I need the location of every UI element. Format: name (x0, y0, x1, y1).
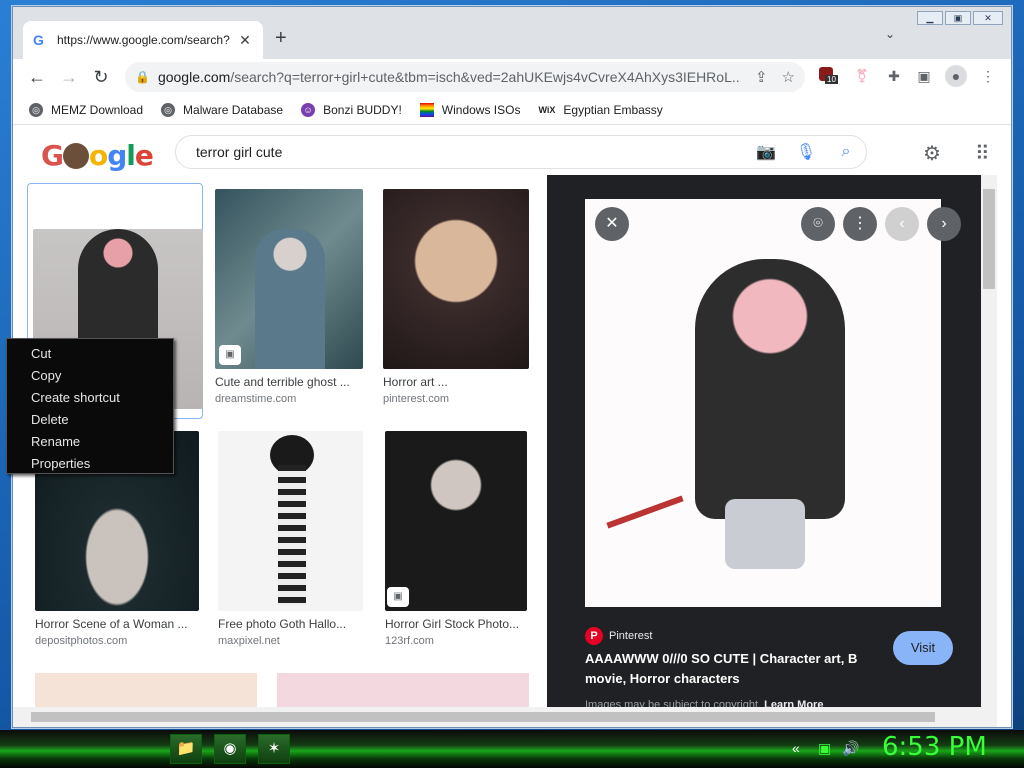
bookmark-egyptian-embassy[interactable]: WiX Egyptian Embassy (538, 103, 662, 117)
menu-item-cut[interactable]: Cut (7, 343, 173, 365)
file-explorer-icon[interactable]: 📁 (170, 734, 202, 764)
previous-icon[interactable]: ‹ (885, 207, 919, 241)
menu-item-delete[interactable]: Delete (7, 409, 173, 431)
google-favicon-icon: G (33, 32, 44, 48)
volume-icon[interactable]: 🔊 (842, 740, 859, 757)
globe-icon: ◎ (29, 102, 43, 117)
browser-tab[interactable]: G https://www.google.com/search? ✕ (23, 21, 263, 59)
clock[interactable]: 6:53 PM (882, 732, 987, 762)
scroll-thumb[interactable] (31, 712, 935, 722)
image-badge-icon: ▣ (387, 587, 409, 607)
preview-title[interactable]: AAAAWWW 0///0 SO CUTE | Character art, B… (585, 649, 885, 689)
tab-title: https://www.google.com/search? (57, 33, 230, 47)
bookmarks-bar: ◎ MEMZ Download ◎ Malware Database ☺ Bonzi … (13, 95, 1011, 125)
share-icon[interactable]: ⇪ (755, 68, 768, 86)
back-arrow-icon[interactable]: ← (23, 63, 51, 91)
menu-kebab-icon[interactable]: ⋮ (977, 65, 999, 87)
settings-gear-icon[interactable]: ⚙ (923, 141, 941, 166)
search-input[interactable]: terror girl cute (196, 144, 746, 160)
globe-icon: ◎ (161, 102, 176, 117)
close-preview-icon[interactable]: ✕ (595, 207, 629, 241)
more-options-icon[interactable]: ⋮ (843, 207, 877, 241)
bookmark-windows-isos[interactable]: Windows ISOs (419, 102, 520, 117)
google-header: Gogle terror girl cute 📷 🎙 ⌕ ⚙ ⠿ (13, 125, 1011, 181)
search-icon[interactable]: ⌕ (826, 143, 866, 161)
bookmark-memz[interactable]: ◎ MEMZ Download (29, 102, 143, 117)
menu-item-copy[interactable]: Copy (7, 365, 173, 387)
sidepanel-icon[interactable]: ▣ (913, 65, 935, 87)
lock-icon: 🔒 (135, 70, 150, 84)
address-bar[interactable]: 🔒 google.com/search?q=terror+girl+cute&t… (125, 62, 805, 92)
new-tab-button[interactable]: + (275, 27, 287, 50)
image-badge-icon: ▣ (219, 345, 241, 365)
result-image[interactable] (383, 189, 529, 369)
close-window-button[interactable]: ✕ (973, 11, 1003, 25)
maximize-button[interactable]: ▣ (945, 11, 971, 25)
wix-icon: WiX (538, 104, 556, 115)
bookmark-bonzi[interactable]: ☺ Bonzi BUDDY! (301, 102, 402, 117)
forward-arrow-icon[interactable]: → (55, 63, 83, 91)
network-icon[interactable]: ▣ (818, 740, 831, 757)
menu-item-rename[interactable]: Rename (7, 431, 173, 453)
result-image[interactable]: ▣ (215, 189, 363, 369)
result-card-2[interactable]: ▣ Cute and terrible ghost ... dreamstime… (215, 189, 363, 405)
preview-source[interactable]: P Pinterest (585, 627, 652, 645)
tab-strip: G https://www.google.com/search? ✕ + ⌄ ▁… (13, 7, 1011, 59)
preview-image[interactable] (585, 199, 941, 607)
taskbar: 📁 ◉ ✶ « ▣ 🔊 6:53 PM (0, 730, 1024, 768)
extension-badge-count: 10 (825, 75, 838, 84)
tray-arrow-icon[interactable]: « (792, 740, 800, 756)
result-image[interactable] (218, 431, 363, 611)
reload-icon[interactable]: ↻ (87, 63, 115, 91)
vertical-scrollbar[interactable] (981, 175, 997, 717)
result-image[interactable]: ▣ (385, 431, 527, 611)
chrome-icon[interactable]: ◉ (214, 734, 246, 764)
result-card-5[interactable]: Free photo Goth Hallo... maxpixel.net (218, 431, 363, 647)
visit-button[interactable]: Visit (893, 631, 953, 665)
bonzi-icon: ☺ (301, 102, 316, 117)
pinterest-icon: P (585, 627, 603, 645)
next-icon[interactable]: › (927, 207, 961, 241)
search-box[interactable]: terror girl cute 📷 🎙 ⌕ (175, 135, 867, 169)
microphone-icon[interactable]: 🎙 (786, 142, 826, 162)
context-menu: Cut Copy Create shortcut Delete Rename P… (6, 338, 174, 474)
puzzle-extensions-icon[interactable]: ✚ (883, 65, 905, 87)
logo-face-icon (62, 143, 89, 169)
app-icon[interactable]: ✶ (258, 734, 290, 764)
google-logo[interactable]: Gogle (41, 139, 154, 172)
horizontal-scrollbar[interactable] (13, 707, 997, 727)
camera-icon[interactable]: 📷 (746, 142, 786, 162)
apps-grid-icon[interactable]: ⠿ (975, 141, 990, 166)
menu-item-create-shortcut[interactable]: Create shortcut (7, 387, 173, 409)
lens-icon[interactable]: ⌾ (801, 207, 835, 241)
tab-search-chevron-icon[interactable]: ⌄ (885, 27, 895, 41)
menu-item-properties[interactable]: Properties (7, 453, 173, 475)
tab-close-icon[interactable]: ✕ (237, 32, 253, 49)
rainbow-flag-icon (419, 102, 434, 117)
bookmark-star-icon[interactable]: ☆ (782, 68, 795, 86)
preview-panel: ✕ ⌾ ⋮ ‹ › P Pinterest AAAAWWW 0///0 SO C… (547, 175, 981, 717)
result-card-3[interactable]: Horror art ... pinterest.com (383, 189, 529, 405)
url-text: google.com/search?q=terror+girl+cute&tbm… (157, 69, 741, 85)
result-card-6[interactable]: ▣ Horror Girl Stock Photo... 123rf.com (385, 431, 527, 647)
scroll-thumb[interactable] (983, 189, 995, 289)
pride-extension-icon[interactable]: ⚧ (851, 65, 873, 87)
bookmark-malware-database[interactable]: ◎ Malware Database (161, 102, 283, 117)
profile-avatar-icon[interactable]: ● (945, 65, 967, 87)
minimize-button[interactable]: ▁ (917, 11, 943, 25)
